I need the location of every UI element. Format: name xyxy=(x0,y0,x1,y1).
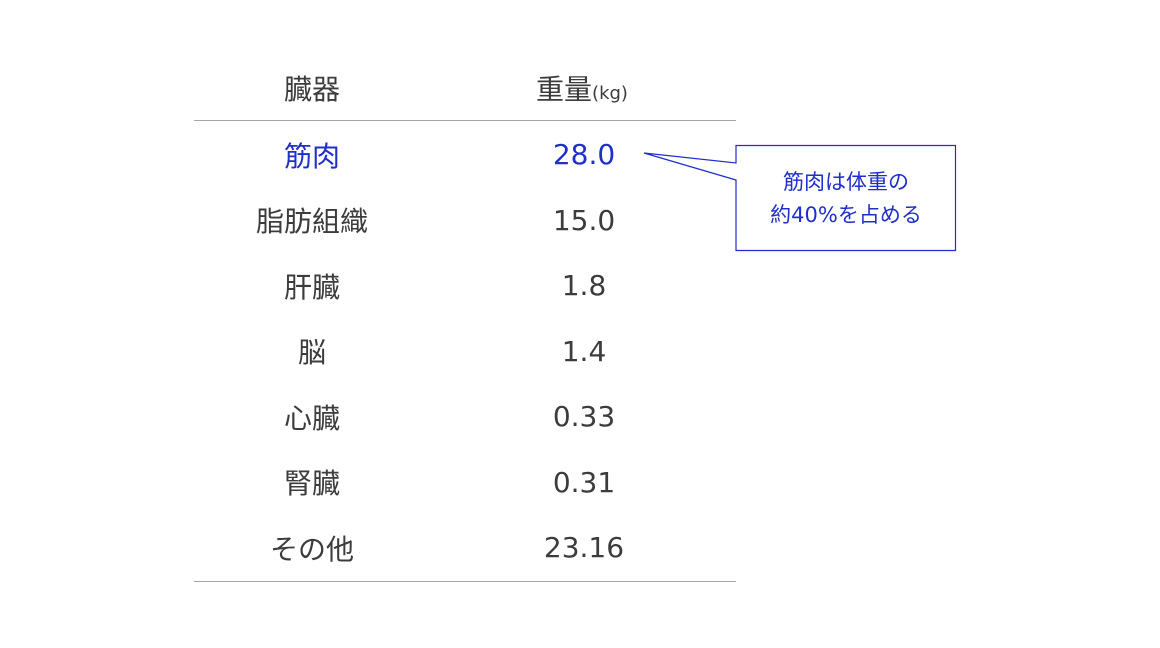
table-row-heart: 心臓 0.33 xyxy=(194,384,736,450)
header-organ: 臓器 xyxy=(283,73,340,106)
table-row-brain: 脳 1.4 xyxy=(194,319,736,385)
callout-line-1: 筋肉は体重の xyxy=(783,169,909,194)
weight-cell: 23.16 xyxy=(543,531,625,565)
weight-cell: 15.0 xyxy=(552,203,616,237)
organ-cell: 筋肉 xyxy=(283,139,340,173)
table-row-kidney: 腎臓 0.31 xyxy=(194,450,736,516)
organ-cell: 肝臓 xyxy=(283,270,340,304)
weight-cell: 1.4 xyxy=(561,334,607,368)
organ-cell: 腎臓 xyxy=(283,467,340,501)
organ-cell: その他 xyxy=(269,532,354,566)
table-row-other: その他 23.16 xyxy=(194,515,736,581)
callout-line-2: 約40%を占める xyxy=(770,202,922,227)
organ-cell: 脳 xyxy=(297,336,326,370)
table-body: 筋肉 28.0 脂肪組織 15.0 肝臓 1.8 脳 1.4 心臓 0.33 腎… xyxy=(194,121,736,582)
header-weight: 重量(kg) xyxy=(430,68,734,108)
weight-cell: 0.31 xyxy=(552,465,616,499)
table-row-adipose: 脂肪組織 15.0 xyxy=(194,188,736,254)
table-row-muscle: 筋肉 28.0 xyxy=(194,122,736,188)
weight-cell: 0.33 xyxy=(552,400,616,434)
weight-cell: 28.0 xyxy=(552,138,616,172)
organ-weight-table: 臓器 重量(kg) 筋肉 28.0 脂肪組織 15.0 肝臓 1.8 脳 1.4… xyxy=(194,56,736,582)
header-weight-label: 重量 xyxy=(536,73,593,106)
organ-cell: 心臓 xyxy=(283,401,340,435)
table-header-row: 臓器 重量(kg) xyxy=(194,56,736,121)
callout-text: 筋肉は体重の 約40%を占める xyxy=(737,147,955,250)
organ-cell: 脂肪組織 xyxy=(255,205,368,239)
weight-cell: 1.8 xyxy=(561,269,607,303)
header-weight-unit: (kg) xyxy=(592,83,628,104)
table-row-liver: 肝臓 1.8 xyxy=(194,253,736,319)
